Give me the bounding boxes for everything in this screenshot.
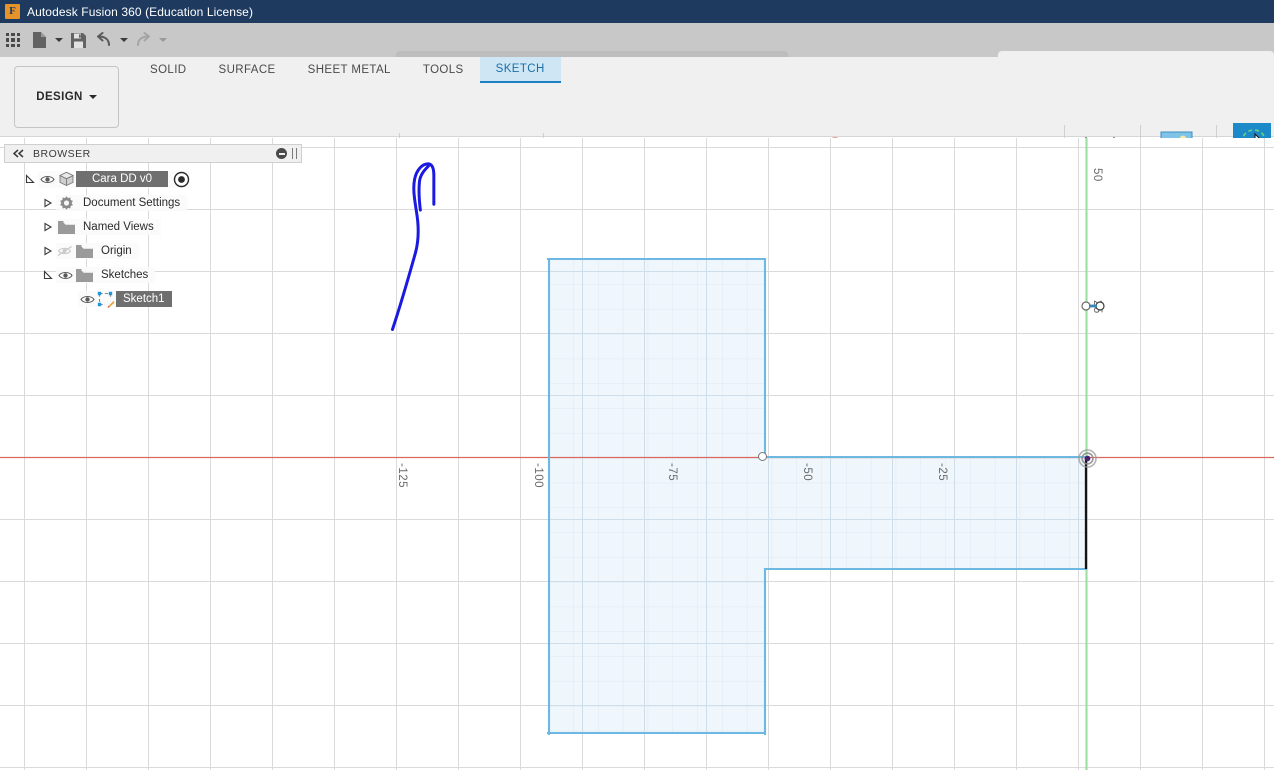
window-title: Autodesk Fusion 360 (Education License) (27, 4, 254, 19)
tab-surface[interactable]: SURFACE (203, 57, 292, 83)
twisty-collapsed-icon[interactable] (40, 219, 56, 235)
collapse-left-icon[interactable] (9, 145, 27, 162)
workspace-tabs: SOLID SURFACE SHEET METAL TOOLS SKETCH (134, 57, 561, 83)
x-tick-label: -100 (532, 463, 544, 489)
redo-dropdown[interactable] (156, 25, 169, 55)
folder-icon (56, 219, 76, 235)
twisty-collapsed-icon[interactable] (40, 243, 56, 259)
design-workspace-label: DESIGN (36, 91, 83, 103)
browser-header: BROWSER (4, 144, 302, 163)
coincident-constraint-glyph[interactable] (1081, 299, 1105, 312)
tree-label: Document Settings (76, 195, 188, 211)
ribbon: DESIGN SOLID SURFACE SHEET METAL TOOLS S… (0, 57, 1274, 189)
y-tick-label: 50 (1091, 168, 1103, 182)
browser-title: BROWSER (33, 147, 91, 160)
save-icon[interactable] (65, 25, 91, 55)
browser-tree: Cara DD v0 Document Settings Named Views… (4, 167, 302, 311)
fusion-logo-icon: F (5, 4, 20, 19)
app-grid-icon[interactable] (0, 25, 26, 55)
tree-row-sketches[interactable]: Sketches (4, 263, 302, 287)
hand-drawn-arrow-annotation (390, 162, 436, 331)
folder-icon (74, 267, 94, 283)
tree-row-sketch1[interactable]: Sketch1 (4, 287, 302, 311)
redo-icon[interactable] (130, 25, 156, 55)
gear-icon (56, 195, 76, 211)
x-tick-label: -125 (396, 463, 408, 489)
folder-icon (74, 243, 94, 259)
x-tick-label: -50 (801, 463, 813, 482)
twisty-expanded-icon[interactable] (22, 171, 38, 187)
tab-tools[interactable]: TOOLS (407, 57, 480, 83)
fusion360-window: F Autodesk Fusion 360 (Education License… (0, 0, 1274, 770)
design-workspace-dropdown[interactable]: DESIGN (14, 66, 119, 128)
quick-access-toolbar: Cara C v2 ✕ Cara DD v1* (0, 23, 1274, 80)
minimize-icon[interactable] (276, 148, 287, 159)
chevron-down-icon (88, 95, 97, 99)
twisty-collapsed-icon[interactable] (40, 195, 56, 211)
x-tick-label: -75 (666, 463, 678, 482)
component-cube-icon (56, 171, 76, 187)
title-bar: F Autodesk Fusion 360 (Education License… (0, 0, 1274, 23)
twisty-expanded-icon[interactable] (40, 267, 56, 283)
tree-row-document-settings[interactable]: Document Settings (4, 191, 302, 215)
visibility-eye-icon[interactable] (56, 267, 74, 283)
tree-label: Sketches (94, 267, 156, 283)
visibility-eye-hidden-icon[interactable] (56, 243, 74, 259)
tab-sheet-metal[interactable]: SHEET METAL (292, 57, 407, 83)
tab-solid[interactable]: SOLID (134, 57, 203, 83)
tree-row-named-views[interactable]: Named Views (4, 215, 302, 239)
x-tick-label: -25 (936, 463, 948, 482)
new-file-icon[interactable] (26, 25, 52, 55)
undo-icon[interactable] (91, 25, 117, 55)
activate-component-radio[interactable] (173, 171, 190, 188)
profile-endpoint[interactable] (758, 452, 767, 461)
visibility-eye-icon[interactable] (78, 291, 96, 307)
tree-row-origin[interactable]: Origin (4, 239, 302, 263)
tree-row-cara-dd[interactable]: Cara DD v0 (4, 167, 302, 191)
visibility-eye-icon[interactable] (38, 171, 56, 187)
tree-label: Origin (94, 243, 139, 259)
resize-grip-icon[interactable] (292, 148, 297, 159)
tree-label: Sketch1 (116, 291, 172, 307)
new-file-dropdown[interactable] (52, 25, 65, 55)
tree-label: Cara DD v0 (76, 171, 168, 187)
browser-panel: BROWSER Cara DD v0 Document Settings Nam… (4, 144, 302, 311)
origin-point[interactable] (1078, 449, 1097, 468)
sketch-icon (96, 291, 116, 308)
tree-label: Named Views (76, 219, 161, 235)
tab-sketch[interactable]: SKETCH (479, 57, 561, 83)
undo-dropdown[interactable] (117, 25, 130, 55)
